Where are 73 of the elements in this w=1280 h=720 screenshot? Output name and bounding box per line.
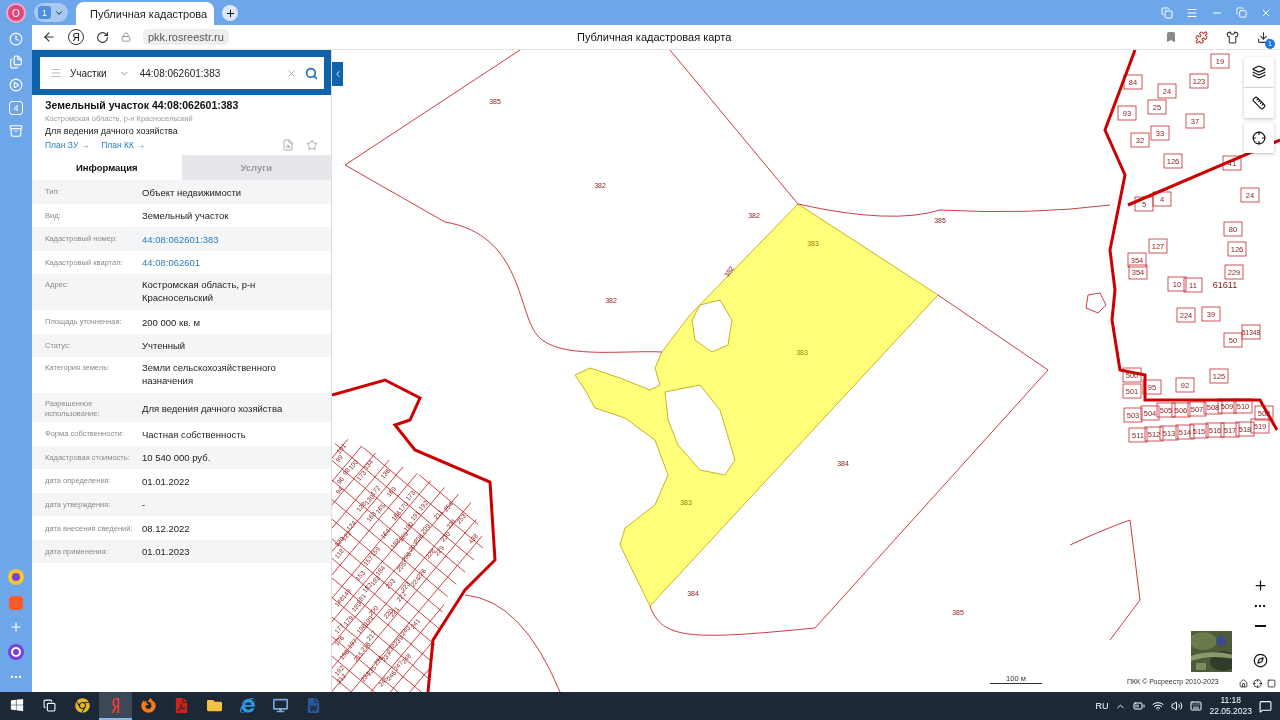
field-value: 08.12.2022 <box>142 521 191 535</box>
layers-icon <box>1252 65 1266 79</box>
volume-icon[interactable] <box>1171 700 1184 712</box>
folder-icon <box>207 697 222 713</box>
plan-link[interactable]: План ЗУ → <box>45 140 90 150</box>
reload-button[interactable] <box>96 30 109 44</box>
field-link[interactable]: 44:08:062601:383 <box>142 232 325 246</box>
ruler-icon <box>1252 96 1266 110</box>
field-value: 01.01.2023 <box>142 545 191 559</box>
tabs-icon <box>1161 6 1173 19</box>
ruler-button[interactable] <box>1244 88 1274 118</box>
layers-button[interactable] <box>1244 57 1274 87</box>
field-value: 200 000 кв. м <box>142 315 201 329</box>
tab-title: Публичная кадастрова <box>90 7 208 20</box>
download-icon <box>1257 30 1270 44</box>
new-tab-button[interactable] <box>222 5 238 21</box>
search-field[interactable]: Участки 44:08:062601:383 <box>40 57 324 89</box>
field-value: Земельный участок <box>142 209 230 223</box>
browser-icon <box>240 697 255 713</box>
field-value: Объект недвижимости <box>142 185 243 199</box>
plan-link[interactable]: План КК → <box>101 140 145 150</box>
plus-icon <box>1252 577 1268 593</box>
language-indicator[interactable]: RU <box>1095 701 1109 711</box>
browser-icon <box>75 697 90 713</box>
taskbar-app[interactable] <box>99 692 132 720</box>
compass-icon <box>1252 652 1268 668</box>
app-icon[interactable] <box>7 568 25 586</box>
notification-icon[interactable] <box>1259 699 1272 713</box>
back-icon <box>42 30 56 44</box>
square-icon[interactable] <box>1267 679 1276 688</box>
network-icon[interactable] <box>1152 700 1165 712</box>
minus-icon <box>1254 625 1266 627</box>
clock-time: 11:18 <box>1220 695 1242 706</box>
parcel-number: 61611 <box>1212 280 1238 290</box>
browser-icon <box>141 697 156 713</box>
document-icon <box>306 697 321 713</box>
keyboard-icon[interactable] <box>1190 700 1203 712</box>
field-value: Частная собственность <box>142 427 247 441</box>
field-value: - <box>142 498 147 512</box>
reload-icon <box>96 30 109 44</box>
computer-icon <box>273 697 288 713</box>
browser-tab[interactable]: Публичная кадастрова <box>76 2 214 25</box>
parcel-purpose: Для ведения дачного хозяйства <box>45 126 179 136</box>
bookmark-icon[interactable] <box>1165 31 1177 43</box>
field-value: 01.01.2022 <box>142 474 191 488</box>
profile-avatar[interactable]: O <box>6 3 26 23</box>
battery-icon[interactable] <box>1133 700 1146 712</box>
lock-icon <box>121 32 131 42</box>
address-field[interactable]: pkk.rosreestr.ru <box>143 29 229 45</box>
home-icon[interactable] <box>1239 679 1248 688</box>
star-icon[interactable] <box>306 139 318 151</box>
locate-button[interactable] <box>1244 123 1274 153</box>
field-link[interactable]: 44:08:062601 <box>142 256 325 270</box>
crosshair-icon[interactable] <box>1253 679 1262 688</box>
windows-icon <box>9 698 24 712</box>
field-value: 10 540 000 руб. <box>142 451 212 465</box>
field-value: Учтенный <box>142 339 187 353</box>
field-value: Для ведения дачного хозяйства <box>142 401 284 415</box>
search-icon[interactable] <box>305 66 318 80</box>
menu-icon <box>1186 6 1198 19</box>
field-value: Костромская область, р-н Красносельский <box>142 278 257 304</box>
pdf-icon <box>174 697 189 713</box>
crosshair-icon <box>1252 131 1266 145</box>
page-title: Публичная кадастровая карта <box>577 31 732 43</box>
category-dropdown[interactable]: Участки <box>70 67 130 79</box>
clock-date: 22.05.2023 <box>1209 706 1252 717</box>
restore-icon <box>1236 7 1247 18</box>
plus-icon <box>224 7 236 19</box>
back-button[interactable] <box>42 30 56 44</box>
field-value: Земли сельскохозяйственного назначения <box>142 361 277 387</box>
parcel-title: Земельный участок 44:08:062601:383 <box>45 99 240 111</box>
assistant-icon[interactable] <box>7 643 25 661</box>
task-view-icon <box>43 698 56 712</box>
